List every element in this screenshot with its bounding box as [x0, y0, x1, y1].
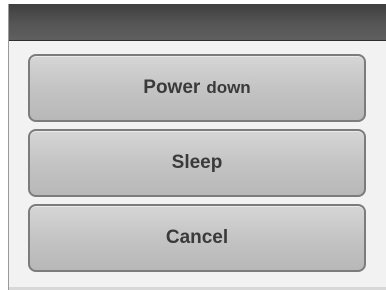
cancel-label: Cancel	[165, 227, 229, 248]
cancel-button[interactable]: Cancel	[28, 204, 366, 272]
power-dialog: Power down Sleep Cancel	[8, 4, 386, 290]
sleep-button[interactable]: Sleep	[28, 129, 366, 197]
power-down-button[interactable]: Power down	[28, 54, 366, 122]
power-down-label-word2: down	[206, 78, 251, 97]
dialog-title-bar	[9, 4, 386, 41]
power-down-label-word1: Power	[143, 77, 201, 98]
sleep-label: Sleep	[171, 152, 223, 173]
dialog-button-stack: Power down Sleep Cancel	[28, 54, 376, 272]
